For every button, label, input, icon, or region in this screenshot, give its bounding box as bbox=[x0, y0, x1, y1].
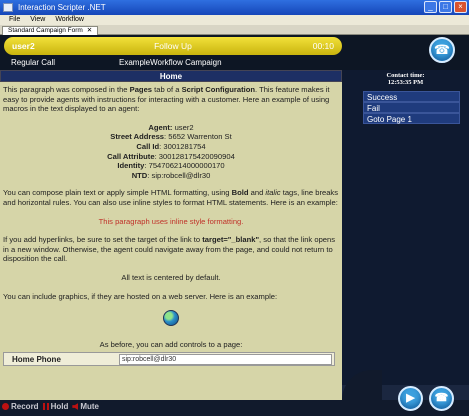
field-street-address: Street Address: 5652 Warrenton St bbox=[110, 132, 232, 142]
field-call-id: Call Id: 3001281754 bbox=[136, 141, 206, 151]
contact-time-label: Contact time: bbox=[386, 72, 425, 79]
macro-fields: Agent: user2 Street Address: 5652 Warren… bbox=[3, 123, 339, 181]
call-header: Follow Up user2 00:10 Regular Call Examp… bbox=[0, 35, 469, 70]
next-icon[interactable]: ▶︎ bbox=[398, 386, 423, 411]
disposition-panel: Contact time: 12:53:35 PM Success Fail G… bbox=[342, 70, 469, 385]
hyperlink-paragraph: If you add hyperlinks, be sure to set th… bbox=[3, 235, 336, 264]
field-ntd: NTD: sip:robcell@dlr30 bbox=[131, 170, 211, 180]
page-title: Home bbox=[0, 70, 342, 82]
script-page: Home This paragraph was composed in the … bbox=[0, 70, 342, 400]
field-agent: Agent: user2 bbox=[148, 122, 194, 132]
call-controls: Record Hold Mute bbox=[2, 402, 99, 411]
html-formatting-paragraph: You can compose plain text or apply simp… bbox=[3, 188, 339, 207]
controls-paragraph: As before, you can add controls to a pag… bbox=[99, 340, 243, 350]
contact-time: Contact time: 12:53:35 PM bbox=[342, 70, 469, 86]
disposition-state: Follow Up bbox=[154, 41, 192, 51]
contact-time-value: 12:53:35 PM bbox=[387, 79, 424, 86]
hangup-icon[interactable]: ☎ bbox=[429, 386, 454, 411]
call-info-row: Regular Call ExampleWorkflow Campaign bbox=[0, 57, 342, 69]
maximize-button[interactable]: □ bbox=[439, 1, 452, 13]
hold-icon bbox=[42, 403, 49, 410]
hold-button[interactable]: Hold bbox=[42, 402, 68, 411]
globe-image bbox=[163, 310, 179, 327]
menu-file[interactable]: File bbox=[9, 15, 20, 25]
record-button[interactable]: Record bbox=[2, 402, 39, 411]
disposition-goto-page-1[interactable]: Goto Page 1 bbox=[363, 113, 460, 124]
call-timer: 00:10 bbox=[312, 41, 334, 51]
window-title: Interaction Scripter .NET bbox=[18, 3, 106, 12]
record-icon bbox=[2, 403, 9, 410]
title-bar: Interaction Scripter .NET _ □ × bbox=[0, 0, 469, 15]
menu-workflow[interactable]: Workflow bbox=[55, 15, 84, 25]
app-icon bbox=[3, 3, 13, 12]
tab-standard-campaign-form[interactable]: Standard Campaign Form ✕ bbox=[2, 26, 99, 35]
field-identity: Identity: 754706214000000170 bbox=[117, 161, 225, 171]
menu-view[interactable]: View bbox=[30, 15, 45, 25]
centered-paragraph: All text is centered by default. bbox=[121, 272, 221, 282]
home-phone-row: Home Phone sip:robcell@dlr30 bbox=[3, 352, 335, 366]
disposition-fail[interactable]: Fail bbox=[363, 102, 460, 113]
tab-strip: Standard Campaign Form ✕ bbox=[0, 25, 469, 35]
home-phone-field[interactable]: sip:robcell@dlr30 bbox=[119, 353, 332, 365]
tab-label: Standard Campaign Form bbox=[8, 27, 83, 34]
close-window-button[interactable]: × bbox=[454, 1, 467, 13]
tab-close-icon[interactable]: ✕ bbox=[87, 27, 92, 35]
mute-icon bbox=[72, 403, 79, 410]
call-status-bar: Follow Up user2 00:10 bbox=[4, 37, 342, 55]
disposition-list: Success Fail Goto Page 1 bbox=[363, 91, 460, 124]
page-content: This paragraph was composed in the Pages… bbox=[0, 82, 342, 350]
minimize-button[interactable]: _ bbox=[424, 1, 437, 13]
disposition-success[interactable]: Success bbox=[363, 91, 460, 102]
field-call-attribute: Call Attribute: 300128175420090904 bbox=[107, 151, 235, 161]
campaign-name: ExampleWorkflow Campaign bbox=[119, 58, 222, 67]
mute-button[interactable]: Mute bbox=[72, 402, 99, 411]
inline-style-paragraph: This paragraph uses inline style formatt… bbox=[98, 216, 244, 226]
graphics-paragraph: You can include graphics, if they are ho… bbox=[3, 291, 278, 301]
intro-paragraph: This paragraph was composed in the Pages… bbox=[3, 85, 330, 114]
home-phone-label: Home Phone bbox=[12, 354, 61, 364]
menu-bar: File View Workflow bbox=[0, 15, 469, 25]
call-type: Regular Call bbox=[11, 58, 56, 67]
window-controls: _ □ × bbox=[424, 1, 467, 13]
phone-help-icon[interactable]: ☎ bbox=[429, 37, 455, 63]
agent-name: user2 bbox=[12, 41, 35, 51]
